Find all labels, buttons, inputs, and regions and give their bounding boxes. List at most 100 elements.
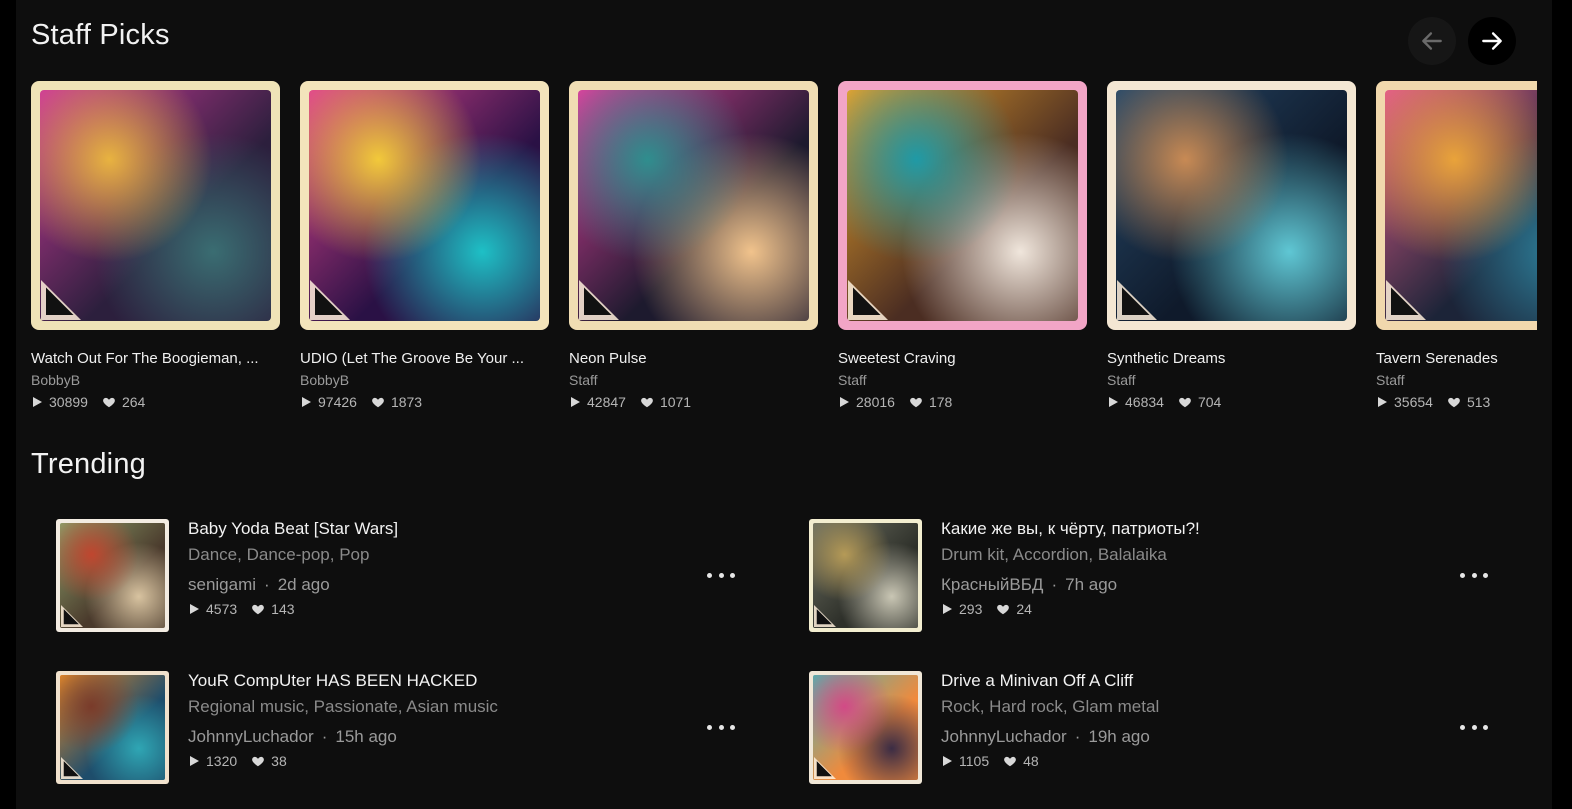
thumbnail-art-image: [60, 675, 165, 780]
trending-item[interactable]: YouR CompUter HAS BEEN HACKED Regional mu…: [56, 671, 756, 785]
song-title[interactable]: Какие же вы, к чёрту, патриоты?!: [941, 519, 1200, 539]
more-horizontal-icon[interactable]: [1460, 563, 1488, 587]
song-stats: 293 24: [941, 601, 1046, 617]
song-cover[interactable]: [1376, 81, 1537, 330]
song-title[interactable]: Baby Yoda Beat [Star Wars]: [188, 519, 398, 539]
song-title[interactable]: Neon Pulse: [569, 350, 814, 367]
play-count-value: 42847: [587, 394, 626, 410]
like-count[interactable]: 513: [1447, 394, 1490, 410]
like-count[interactable]: 38: [251, 753, 287, 769]
like-count[interactable]: 1071: [640, 394, 691, 410]
song-cover[interactable]: [838, 81, 1087, 330]
thumbnail-art-image: [813, 675, 918, 780]
song-card[interactable]: Synthetic Dreams Staff 46834 704: [1107, 81, 1356, 410]
song-cover[interactable]: [1107, 81, 1356, 330]
trending-heading: Trending: [31, 448, 146, 480]
trending-item[interactable]: Baby Yoda Beat [Star Wars] Dance, Dance-p…: [56, 519, 756, 633]
song-title[interactable]: Watch Out For The Boogieman, ...: [31, 350, 276, 367]
song-title[interactable]: Synthetic Dreams: [1107, 350, 1352, 367]
cover-art-image: [1385, 90, 1537, 321]
like-count-value: 1071: [659, 394, 692, 410]
song-time: 2d ago: [277, 575, 330, 594]
play-count: 28016: [838, 394, 895, 410]
song-artist[interactable]: BobbyB: [31, 372, 280, 388]
play-count: 1320: [188, 753, 237, 769]
song-artist[interactable]: senigami: [188, 575, 256, 594]
like-count-value: 1873: [390, 394, 423, 410]
song-artist[interactable]: JohnnyLuchador: [941, 727, 1067, 746]
song-artist[interactable]: Staff: [1376, 372, 1537, 388]
udio-corner-icon: [1386, 280, 1426, 320]
play-count: 42847: [569, 394, 626, 410]
play-count-value: 4573: [206, 601, 238, 617]
carousel-next-button[interactable]: [1468, 17, 1516, 65]
like-count[interactable]: 704: [1178, 394, 1221, 410]
heart-icon: [1448, 397, 1460, 408]
stats-row: 28016 178: [838, 394, 1087, 410]
play-icon: [1378, 397, 1387, 407]
stats-row: 97426 1873: [300, 394, 549, 410]
song-card[interactable]: Tavern Serenades Staff 35654 513: [1376, 81, 1537, 410]
cover-art-image: [1116, 90, 1347, 321]
play-count: 1105: [941, 753, 989, 769]
play-icon: [33, 397, 42, 407]
stats-row: 46834 704: [1107, 394, 1356, 410]
more-horizontal-icon[interactable]: [707, 715, 735, 739]
song-thumbnail[interactable]: [809, 519, 922, 632]
song-card[interactable]: Neon Pulse Staff 42847 1071: [569, 81, 818, 410]
like-count[interactable]: 143: [251, 601, 295, 617]
song-title[interactable]: Sweetest Craving: [838, 350, 1083, 367]
song-title[interactable]: UDIO (Let The Groove Be Your ...: [300, 350, 545, 367]
thumbnail-art-image: [813, 523, 918, 628]
play-count: 46834: [1107, 394, 1164, 410]
song-genres: Regional music, Passionate, Asian music: [188, 697, 498, 716]
play-count: 293: [941, 601, 982, 617]
song-title[interactable]: Drive a Minivan Off A Cliff: [941, 671, 1133, 691]
play-count-value: 1105: [959, 753, 990, 769]
like-count-value: 264: [121, 394, 146, 410]
song-stats: 1105 48: [941, 753, 1053, 769]
udio-corner-icon: [41, 280, 81, 320]
cover-art-image: [578, 90, 809, 321]
song-card[interactable]: Sweetest Craving Staff 28016 178: [838, 81, 1087, 410]
song-cover[interactable]: [31, 81, 280, 330]
song-cover[interactable]: [569, 81, 818, 330]
like-count[interactable]: 1873: [371, 394, 422, 410]
song-artist[interactable]: Staff: [569, 372, 818, 388]
like-count[interactable]: 24: [996, 601, 1032, 617]
song-thumbnail[interactable]: [56, 519, 169, 632]
song-card[interactable]: UDIO (Let The Groove Be Your ... BobbyB 97…: [300, 81, 549, 410]
more-horizontal-icon[interactable]: [707, 563, 735, 587]
song-artist[interactable]: Staff: [1107, 372, 1356, 388]
song-title[interactable]: YouR CompUter HAS BEEN HACKED: [188, 671, 477, 691]
song-card[interactable]: Watch Out For The Boogieman, ... BobbyB 30…: [31, 81, 280, 410]
like-count-value: 704: [1197, 394, 1222, 410]
song-artist[interactable]: Staff: [838, 372, 1087, 388]
song-meta: senigami · 2d ago: [188, 575, 330, 595]
carousel-prev-button[interactable]: [1408, 17, 1456, 65]
more-horizontal-icon[interactable]: [1460, 715, 1488, 739]
song-thumbnail[interactable]: [809, 671, 922, 784]
stats-row: 35654 513: [1376, 394, 1537, 410]
like-count[interactable]: 48: [1003, 753, 1039, 769]
song-title[interactable]: Tavern Serenades: [1376, 350, 1537, 367]
play-count-value: 97426: [318, 394, 357, 410]
like-count[interactable]: 264: [102, 394, 145, 410]
trending-item[interactable]: Drive a Minivan Off A Cliff Rock, Hard ro…: [809, 671, 1509, 785]
play-count-value: 1320: [206, 753, 238, 769]
song-time: 7h ago: [1065, 575, 1118, 594]
song-artist[interactable]: КрасныйВБД: [941, 575, 1043, 594]
like-count-value: 178: [928, 394, 953, 410]
like-count-value: 513: [1466, 394, 1491, 410]
song-artist[interactable]: JohnnyLuchador: [188, 727, 314, 746]
song-cover[interactable]: [300, 81, 549, 330]
like-count[interactable]: 178: [909, 394, 952, 410]
stats-row: 30899 264: [31, 394, 280, 410]
play-icon: [190, 756, 199, 766]
song-artist[interactable]: BobbyB: [300, 372, 549, 388]
song-thumbnail[interactable]: [56, 671, 169, 784]
trending-item[interactable]: Какие же вы, к чёрту, патриоты?! Drum kit…: [809, 519, 1509, 633]
stats-row: 1320 38: [188, 753, 301, 769]
udio-corner-icon: [310, 280, 350, 320]
song-time: 19h ago: [1088, 727, 1150, 746]
